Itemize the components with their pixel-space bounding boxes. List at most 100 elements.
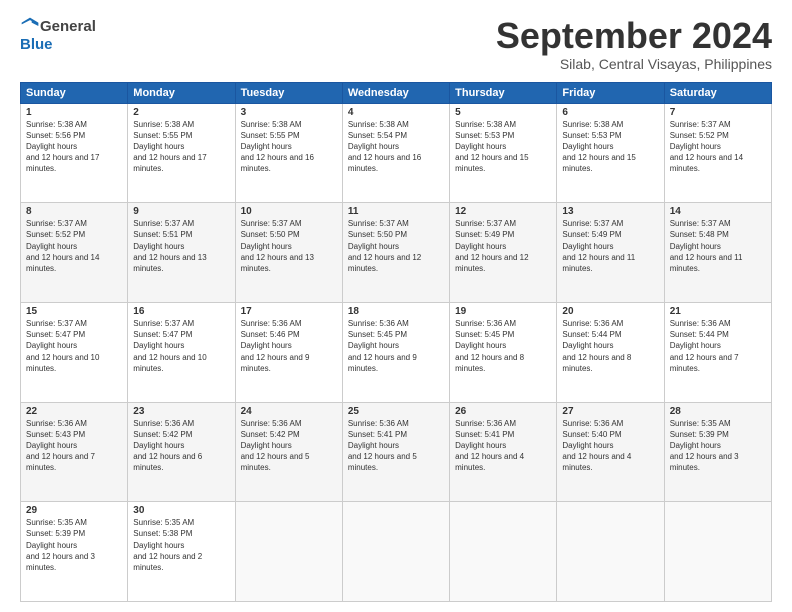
day-number: 19 — [455, 306, 551, 317]
calendar-week-2: 8 Sunrise: 5:37 AM Sunset: 5:52 PM Dayli… — [21, 203, 772, 303]
day-number: 1 — [26, 107, 122, 118]
table-row — [450, 502, 557, 602]
day-number: 3 — [241, 107, 337, 118]
day-content: Sunrise: 5:36 AM Sunset: 5:42 PM Dayligh… — [133, 418, 229, 474]
table-row: 2 Sunrise: 5:38 AM Sunset: 5:55 PM Dayli… — [128, 103, 235, 203]
day-content: Sunrise: 5:38 AM Sunset: 5:53 PM Dayligh… — [562, 119, 658, 175]
day-number: 30 — [133, 505, 229, 516]
day-content: Sunrise: 5:36 AM Sunset: 5:45 PM Dayligh… — [455, 318, 551, 374]
logo: General Blue — [20, 16, 96, 53]
day-number: 27 — [562, 406, 658, 417]
day-content: Sunrise: 5:36 AM Sunset: 5:44 PM Dayligh… — [670, 318, 766, 374]
table-row: 25 Sunrise: 5:36 AM Sunset: 5:41 PM Dayl… — [342, 402, 449, 502]
day-number: 10 — [241, 206, 337, 217]
day-number: 11 — [348, 206, 444, 217]
calendar-week-1: 1 Sunrise: 5:38 AM Sunset: 5:56 PM Dayli… — [21, 103, 772, 203]
day-number: 28 — [670, 406, 766, 417]
table-row: 23 Sunrise: 5:36 AM Sunset: 5:42 PM Dayl… — [128, 402, 235, 502]
table-row: 4 Sunrise: 5:38 AM Sunset: 5:54 PM Dayli… — [342, 103, 449, 203]
day-content: Sunrise: 5:36 AM Sunset: 5:43 PM Dayligh… — [26, 418, 122, 474]
table-row: 9 Sunrise: 5:37 AM Sunset: 5:51 PM Dayli… — [128, 203, 235, 303]
table-row: 15 Sunrise: 5:37 AM Sunset: 5:47 PM Dayl… — [21, 302, 128, 402]
day-content: Sunrise: 5:36 AM Sunset: 5:41 PM Dayligh… — [455, 418, 551, 474]
table-row: 27 Sunrise: 5:36 AM Sunset: 5:40 PM Dayl… — [557, 402, 664, 502]
calendar-week-5: 29 Sunrise: 5:35 AM Sunset: 5:39 PM Dayl… — [21, 502, 772, 602]
table-row: 1 Sunrise: 5:38 AM Sunset: 5:56 PM Dayli… — [21, 103, 128, 203]
table-row: 19 Sunrise: 5:36 AM Sunset: 5:45 PM Dayl… — [450, 302, 557, 402]
day-number: 9 — [133, 206, 229, 217]
calendar-week-3: 15 Sunrise: 5:37 AM Sunset: 5:47 PM Dayl… — [21, 302, 772, 402]
table-row: 21 Sunrise: 5:36 AM Sunset: 5:44 PM Dayl… — [664, 302, 771, 402]
day-content: Sunrise: 5:36 AM Sunset: 5:46 PM Dayligh… — [241, 318, 337, 374]
page: General Blue September 2024 Silab, Centr… — [0, 0, 792, 612]
table-row: 26 Sunrise: 5:36 AM Sunset: 5:41 PM Dayl… — [450, 402, 557, 502]
logo-general: General — [40, 18, 96, 35]
day-content: Sunrise: 5:37 AM Sunset: 5:52 PM Dayligh… — [26, 218, 122, 274]
day-content: Sunrise: 5:38 AM Sunset: 5:55 PM Dayligh… — [133, 119, 229, 175]
table-row: 24 Sunrise: 5:36 AM Sunset: 5:42 PM Dayl… — [235, 402, 342, 502]
table-row: 20 Sunrise: 5:36 AM Sunset: 5:44 PM Dayl… — [557, 302, 664, 402]
day-number: 22 — [26, 406, 122, 417]
table-row: 16 Sunrise: 5:37 AM Sunset: 5:47 PM Dayl… — [128, 302, 235, 402]
title-block: September 2024 Silab, Central Visayas, P… — [496, 16, 772, 72]
day-content: Sunrise: 5:38 AM Sunset: 5:53 PM Dayligh… — [455, 119, 551, 175]
table-row: 28 Sunrise: 5:35 AM Sunset: 5:39 PM Dayl… — [664, 402, 771, 502]
day-content: Sunrise: 5:38 AM Sunset: 5:54 PM Dayligh… — [348, 119, 444, 175]
calendar-header-row: Sunday Monday Tuesday Wednesday Thursday… — [21, 82, 772, 103]
day-number: 17 — [241, 306, 337, 317]
day-number: 5 — [455, 107, 551, 118]
day-number: 7 — [670, 107, 766, 118]
day-content: Sunrise: 5:35 AM Sunset: 5:39 PM Dayligh… — [670, 418, 766, 474]
logo-icon — [20, 16, 40, 36]
table-row — [664, 502, 771, 602]
day-content: Sunrise: 5:37 AM Sunset: 5:50 PM Dayligh… — [241, 218, 337, 274]
table-row: 29 Sunrise: 5:35 AM Sunset: 5:39 PM Dayl… — [21, 502, 128, 602]
table-row: 3 Sunrise: 5:38 AM Sunset: 5:55 PM Dayli… — [235, 103, 342, 203]
col-friday: Friday — [557, 82, 664, 103]
table-row: 30 Sunrise: 5:35 AM Sunset: 5:38 PM Dayl… — [128, 502, 235, 602]
table-row: 17 Sunrise: 5:36 AM Sunset: 5:46 PM Dayl… — [235, 302, 342, 402]
day-number: 29 — [26, 505, 122, 516]
day-number: 24 — [241, 406, 337, 417]
day-number: 16 — [133, 306, 229, 317]
day-number: 23 — [133, 406, 229, 417]
day-number: 18 — [348, 306, 444, 317]
day-content: Sunrise: 5:37 AM Sunset: 5:47 PM Dayligh… — [26, 318, 122, 374]
calendar-week-4: 22 Sunrise: 5:36 AM Sunset: 5:43 PM Dayl… — [21, 402, 772, 502]
table-row — [235, 502, 342, 602]
day-content: Sunrise: 5:36 AM Sunset: 5:40 PM Dayligh… — [562, 418, 658, 474]
table-row: 10 Sunrise: 5:37 AM Sunset: 5:50 PM Dayl… — [235, 203, 342, 303]
day-number: 12 — [455, 206, 551, 217]
table-row: 8 Sunrise: 5:37 AM Sunset: 5:52 PM Dayli… — [21, 203, 128, 303]
day-content: Sunrise: 5:37 AM Sunset: 5:47 PM Dayligh… — [133, 318, 229, 374]
table-row: 5 Sunrise: 5:38 AM Sunset: 5:53 PM Dayli… — [450, 103, 557, 203]
day-number: 4 — [348, 107, 444, 118]
day-content: Sunrise: 5:37 AM Sunset: 5:50 PM Dayligh… — [348, 218, 444, 274]
table-row: 7 Sunrise: 5:37 AM Sunset: 5:52 PM Dayli… — [664, 103, 771, 203]
day-number: 20 — [562, 306, 658, 317]
day-number: 26 — [455, 406, 551, 417]
table-row: 11 Sunrise: 5:37 AM Sunset: 5:50 PM Dayl… — [342, 203, 449, 303]
day-content: Sunrise: 5:37 AM Sunset: 5:48 PM Dayligh… — [670, 218, 766, 274]
logo-blue: Blue — [20, 36, 53, 53]
table-row — [342, 502, 449, 602]
day-number: 25 — [348, 406, 444, 417]
day-number: 8 — [26, 206, 122, 217]
table-row: 6 Sunrise: 5:38 AM Sunset: 5:53 PM Dayli… — [557, 103, 664, 203]
day-content: Sunrise: 5:36 AM Sunset: 5:44 PM Dayligh… — [562, 318, 658, 374]
col-thursday: Thursday — [450, 82, 557, 103]
day-content: Sunrise: 5:36 AM Sunset: 5:45 PM Dayligh… — [348, 318, 444, 374]
day-number: 14 — [670, 206, 766, 217]
day-number: 6 — [562, 107, 658, 118]
day-number: 21 — [670, 306, 766, 317]
day-content: Sunrise: 5:37 AM Sunset: 5:49 PM Dayligh… — [455, 218, 551, 274]
table-row: 12 Sunrise: 5:37 AM Sunset: 5:49 PM Dayl… — [450, 203, 557, 303]
day-content: Sunrise: 5:38 AM Sunset: 5:56 PM Dayligh… — [26, 119, 122, 175]
day-number: 15 — [26, 306, 122, 317]
day-content: Sunrise: 5:35 AM Sunset: 5:39 PM Dayligh… — [26, 517, 122, 573]
table-row: 22 Sunrise: 5:36 AM Sunset: 5:43 PM Dayl… — [21, 402, 128, 502]
header: General Blue September 2024 Silab, Centr… — [20, 16, 772, 72]
day-number: 2 — [133, 107, 229, 118]
day-content: Sunrise: 5:36 AM Sunset: 5:41 PM Dayligh… — [348, 418, 444, 474]
day-content: Sunrise: 5:38 AM Sunset: 5:55 PM Dayligh… — [241, 119, 337, 175]
